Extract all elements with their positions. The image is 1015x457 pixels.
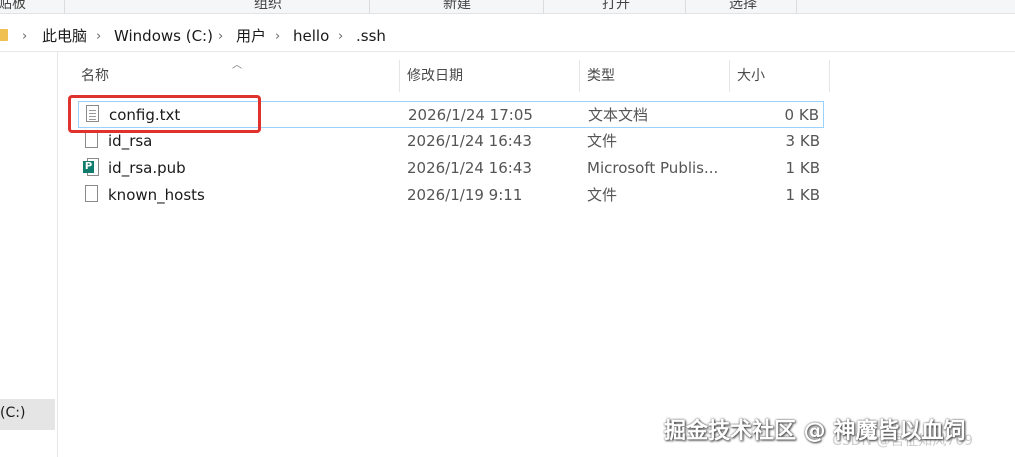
file-name: id_rsa.pub xyxy=(108,159,186,177)
column-divider[interactable] xyxy=(729,60,730,92)
chevron-right-icon[interactable]: › xyxy=(275,27,280,46)
breadcrumb-ssh[interactable]: .ssh xyxy=(356,27,386,46)
navigation-pane[interactable]: (C:) xyxy=(0,52,58,457)
column-header-name[interactable]: 名称 xyxy=(81,60,109,92)
chevron-right-icon[interactable]: › xyxy=(338,27,343,46)
ribbon-group-select: 选择 xyxy=(729,0,757,12)
nav-item-label: (C:) xyxy=(0,405,26,421)
ribbon-separator xyxy=(543,0,544,13)
file-name: known_hosts xyxy=(108,186,205,204)
column-divider[interactable] xyxy=(399,60,400,92)
publisher-file-icon: P xyxy=(83,158,100,177)
file-size: 1 KB xyxy=(785,159,820,177)
column-divider[interactable] xyxy=(829,60,830,92)
ribbon-group-new: 新建 xyxy=(443,0,471,12)
ribbon-group-clipboard: 贴板 xyxy=(0,0,26,12)
file-modified: 2026/1/24 17:05 xyxy=(408,106,533,124)
file-size: 3 KB xyxy=(785,132,820,150)
file-modified: 2026/1/24 16:43 xyxy=(407,132,532,150)
column-header-type[interactable]: 类型 xyxy=(587,60,615,92)
column-divider[interactable] xyxy=(579,60,580,92)
breadcrumb-hello[interactable]: hello xyxy=(293,27,329,46)
ribbon-group-organize: 组织 xyxy=(254,0,282,12)
file-name: id_rsa xyxy=(108,132,153,150)
blank-file-icon xyxy=(85,185,98,202)
file-row-id-rsa-pub[interactable]: P id_rsa.pub 2026/1/24 16:43 Microsoft P… xyxy=(78,155,824,182)
annotation-highlight-box xyxy=(68,95,261,133)
ribbon-separator xyxy=(796,0,797,13)
file-size: 1 KB xyxy=(785,186,820,204)
file-size: 0 KB xyxy=(784,106,819,124)
file-type: Microsoft Publis... xyxy=(587,159,719,177)
watermark-primary: 掘金技术社区 @ 神魔皆以血饲 xyxy=(664,419,966,444)
sort-ascending-icon: ︿ xyxy=(232,60,242,71)
address-bar[interactable]: › 此电脑 › Windows (C:) › 用户 › hello › .ssh xyxy=(0,22,1015,52)
chevron-right-icon[interactable]: › xyxy=(22,27,27,46)
ribbon-group-labels: 贴板 组织 新建 打开 选择 xyxy=(0,0,1015,14)
breadcrumb-drive[interactable]: Windows (C:) xyxy=(114,27,213,46)
column-header-modified[interactable]: 修改日期 xyxy=(407,60,463,92)
file-type: 文本文档 xyxy=(588,106,649,124)
blank-file-icon xyxy=(85,131,98,148)
folder-icon xyxy=(0,29,8,41)
file-type: 文件 xyxy=(587,186,618,204)
ribbon-group-open: 打开 xyxy=(602,0,630,12)
nav-item-drive-c[interactable]: (C:) xyxy=(0,399,55,430)
ribbon-separator xyxy=(64,0,65,13)
file-modified: 2026/1/19 9:11 xyxy=(407,186,523,204)
file-modified: 2026/1/24 16:43 xyxy=(407,159,532,177)
breadcrumb-this-pc[interactable]: 此电脑 xyxy=(42,27,87,46)
column-header-size[interactable]: 大小 xyxy=(737,60,765,92)
chevron-right-icon[interactable]: › xyxy=(96,27,101,46)
ribbon-separator xyxy=(369,0,370,13)
breadcrumb-users[interactable]: 用户 xyxy=(236,27,266,46)
chevron-right-icon[interactable]: › xyxy=(218,27,223,46)
file-row-known-hosts[interactable]: known_hosts 2026/1/19 9:11 文件 1 KB xyxy=(78,182,824,209)
file-type: 文件 xyxy=(587,132,618,150)
ribbon-separator xyxy=(685,0,686,13)
